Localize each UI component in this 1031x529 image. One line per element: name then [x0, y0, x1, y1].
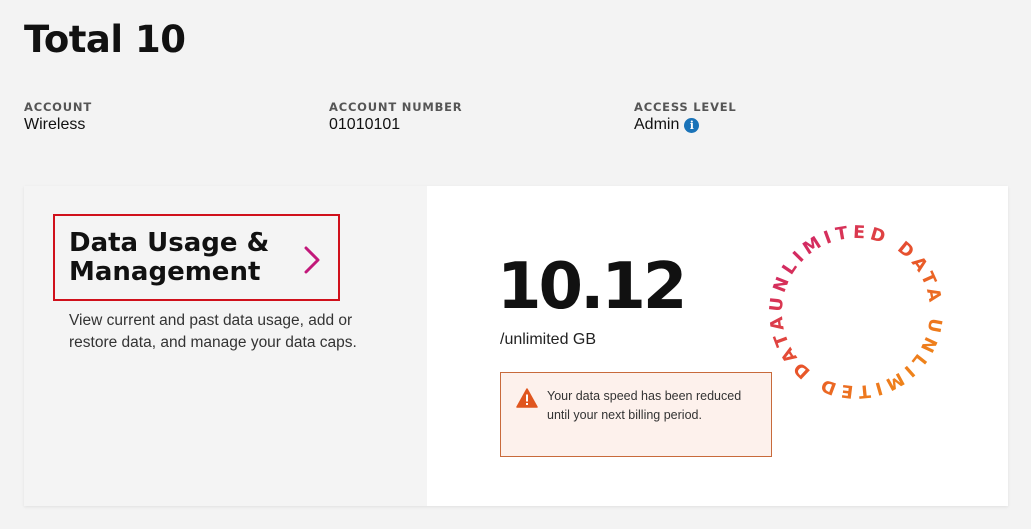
alert-text: Your data speed has been reduced until y… — [547, 389, 742, 422]
page: Total 10 ACCOUNT Wireless ACCOUNT NUMBER… — [0, 0, 1031, 529]
data-usage-value: 10.12 — [497, 250, 687, 324]
page-title: Total 10 — [24, 18, 186, 61]
card-left-panel: Data Usage & Management View current and… — [24, 186, 427, 506]
data-usage-card: Data Usage & Management View current and… — [24, 186, 1008, 506]
account-number-value-text: 01010101 — [329, 116, 401, 133]
account-value: Wireless — [24, 116, 92, 134]
chevron-right-icon — [304, 246, 320, 274]
data-usage-management-title: Data Usage & Management — [69, 227, 270, 287]
account-number-field: ACCOUNT NUMBER 01010101 — [329, 100, 462, 134]
access-level-value: Admin i — [634, 116, 737, 134]
access-level-value-text: Admin — [634, 116, 680, 133]
card-right-panel: 10.12 /unlimited GB Your data speed has … — [427, 186, 1008, 506]
access-level-field: ACCESS LEVEL Admin i — [634, 100, 737, 134]
account-number-value: 01010101 — [329, 116, 462, 134]
card-description: View current and past data usage, add or… — [69, 312, 357, 351]
account-number-label: ACCOUNT NUMBER — [329, 100, 463, 114]
data-usage-unit: /unlimited GB — [500, 331, 597, 348]
warning-triangle-icon — [516, 388, 538, 408]
unlimited-data-badge: UNLIMITED DATA UNLIMITED DATA — [767, 223, 945, 402]
speed-reduced-alert: Your data speed has been reduced until y… — [500, 372, 772, 457]
badge-text: UNLIMITED DATA UNLIMITED DATA — [767, 223, 943, 402]
data-usage-management-link[interactable]: Data Usage & Management — [53, 214, 340, 301]
account-field: ACCOUNT Wireless — [24, 100, 92, 134]
svg-text:UNLIMITED DATA UNLIMITED DATA: UNLIMITED DATA UNLIMITED DATA — [767, 223, 945, 402]
account-value-text: Wireless — [24, 116, 86, 133]
info-icon[interactable]: i — [684, 117, 700, 133]
account-label: ACCOUNT — [24, 100, 92, 114]
access-level-label: ACCESS LEVEL — [634, 100, 737, 114]
